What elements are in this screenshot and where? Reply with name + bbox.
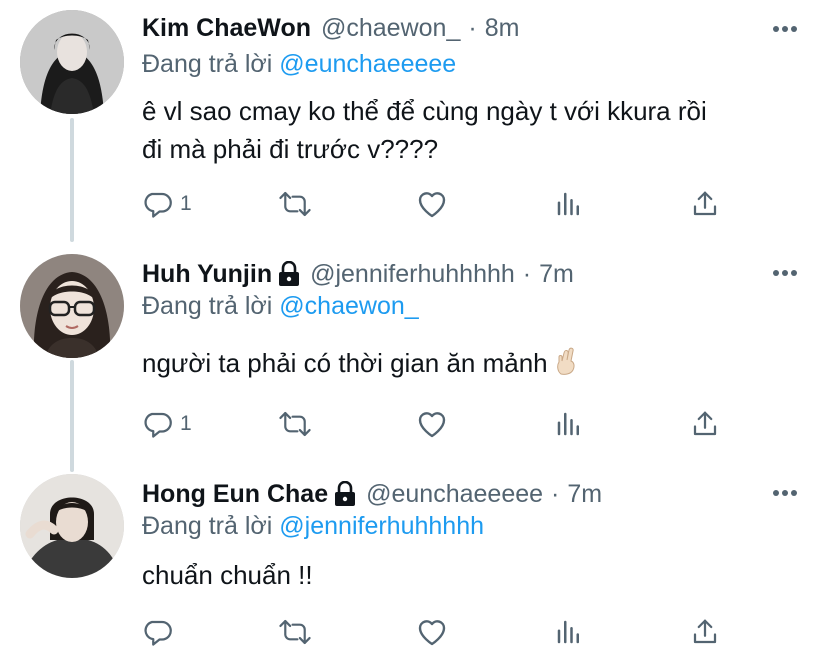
- user-handle[interactable]: @eunchaeeeee: [366, 480, 543, 509]
- thread-line: [70, 360, 74, 472]
- like-icon: [418, 412, 446, 438]
- timestamp[interactable]: 8m: [485, 14, 520, 43]
- reply-count: 1: [180, 192, 192, 215]
- more-icon[interactable]: [770, 14, 800, 44]
- user-handle[interactable]: @jenniferhuhhhhh: [310, 260, 515, 289]
- tweet-text-line: chuẩn chuẩn !!: [142, 560, 313, 590]
- tweet-header: Huh Yunjin @jenniferhuhhhhh · 7m: [142, 256, 574, 292]
- tweet-text-line: người ta phải có thời gian ăn mảnh: [142, 348, 548, 378]
- share-icon: [693, 619, 717, 644]
- avatar[interactable]: [20, 10, 124, 114]
- replying-prefix: Đang trả lời: [142, 512, 273, 540]
- share-icon: [693, 191, 717, 216]
- replying-to: Đang trả lời @jenniferhuhhhhh: [142, 512, 484, 541]
- mention-link[interactable]: @chaewon_: [279, 292, 418, 320]
- analytics-button[interactable]: [554, 406, 584, 442]
- like-button[interactable]: [416, 406, 448, 442]
- more-icon[interactable]: [770, 258, 800, 288]
- retweet-button[interactable]: [278, 614, 312, 650]
- display-name[interactable]: Kim ChaeWon: [142, 14, 311, 43]
- crossed-fingers-icon: [554, 347, 578, 385]
- tweet-actions: 1: [142, 186, 742, 222]
- retweet-button[interactable]: [278, 406, 312, 442]
- share-button[interactable]: [690, 186, 720, 222]
- tweet-header: Kim ChaeWon @chaewon_ · 8m: [142, 10, 519, 46]
- replying-to: Đang trả lời @eunchaeeeee: [142, 50, 456, 79]
- separator-dot: ·: [551, 479, 560, 508]
- retweet-icon: [279, 619, 311, 645]
- replying-prefix: Đang trả lời: [142, 292, 273, 320]
- analytics-icon: [557, 412, 579, 436]
- share-button[interactable]: [690, 406, 720, 442]
- tweet-text: người ta phải có thời gian ăn mảnh: [142, 344, 802, 385]
- timestamp[interactable]: 7m: [567, 480, 602, 509]
- tweet-header: Hong Eun Chae @eunchaeeeee · 7m: [142, 476, 602, 512]
- analytics-icon: [557, 620, 579, 644]
- analytics-icon: [557, 192, 579, 216]
- tweet-text-line: ê vl sao cmay ko thể để cùng ngày t với …: [142, 96, 707, 126]
- mention-link[interactable]: @jenniferhuhhhhh: [279, 512, 484, 540]
- replying-prefix: Đang trả lời: [142, 50, 273, 78]
- reply-icon: [144, 192, 172, 218]
- more-icon[interactable]: [770, 478, 800, 508]
- lock-icon: [278, 261, 300, 287]
- retweet-icon: [279, 191, 311, 217]
- share-button[interactable]: [690, 614, 720, 650]
- reply-button[interactable]: 1: [142, 186, 192, 222]
- like-icon: [418, 192, 446, 218]
- like-button[interactable]: [416, 614, 448, 650]
- avatar[interactable]: [20, 254, 124, 358]
- display-name[interactable]: Hong Eun Chae: [142, 480, 328, 509]
- retweet-icon: [279, 411, 311, 437]
- analytics-button[interactable]: [554, 614, 584, 650]
- tweet-text-line: đi mà phải đi trước v????: [142, 134, 439, 164]
- reply-icon: [144, 412, 172, 438]
- tweet-text: chuẩn chuẩn !!: [142, 556, 802, 594]
- like-button[interactable]: [416, 186, 448, 222]
- user-handle[interactable]: @chaewon_: [321, 14, 460, 43]
- lock-icon: [334, 481, 356, 507]
- tweet-text: ê vl sao cmay ko thể để cùng ngày t với …: [142, 92, 802, 168]
- avatar[interactable]: [20, 474, 124, 578]
- reply-count: 1: [180, 412, 192, 435]
- timestamp[interactable]: 7m: [539, 260, 574, 289]
- tweet-actions: 1: [142, 406, 742, 442]
- thread-line: [70, 118, 74, 242]
- analytics-button[interactable]: [554, 186, 584, 222]
- retweet-button[interactable]: [278, 186, 312, 222]
- replying-to: Đang trả lời @chaewon_: [142, 292, 419, 321]
- like-icon: [418, 620, 446, 646]
- separator-dot: ·: [522, 259, 532, 288]
- tweet-actions: [142, 614, 742, 650]
- share-icon: [693, 411, 717, 436]
- mention-link[interactable]: @eunchaeeeee: [279, 50, 456, 78]
- reply-button[interactable]: 1: [142, 406, 192, 442]
- display-name[interactable]: Huh Yunjin: [142, 260, 272, 289]
- reply-icon: [144, 620, 172, 646]
- reply-button[interactable]: [142, 614, 180, 650]
- separator-dot: ·: [468, 13, 477, 42]
